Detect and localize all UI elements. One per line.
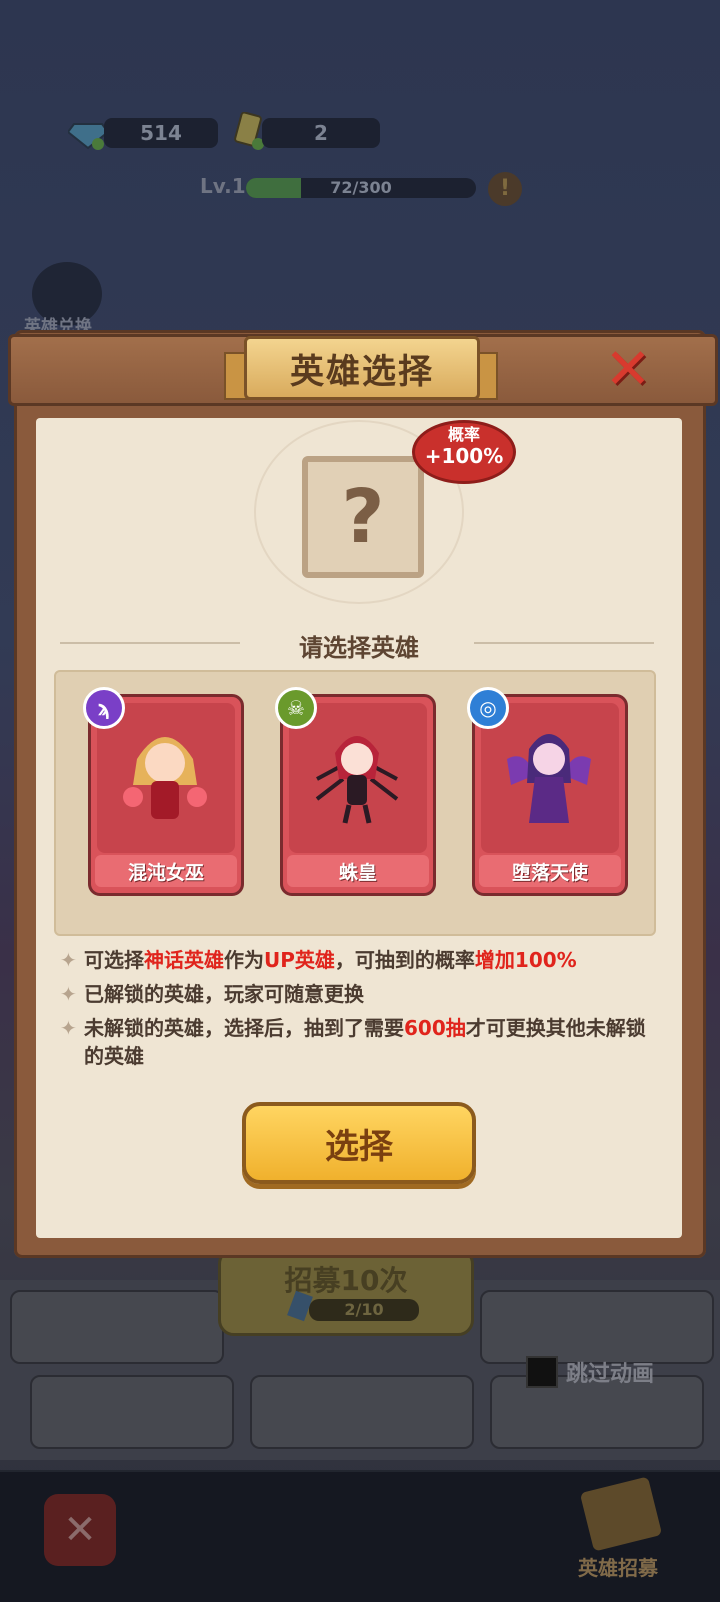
recruit-10-cost: 2/10 <box>309 1299 419 1321</box>
gem-icon <box>66 116 110 150</box>
rule-text: 未解锁的英雄，选择后，抽到了需要 <box>84 1016 404 1040</box>
close-button[interactable]: ✕ <box>602 337 654 402</box>
rule-text: 可选择 <box>84 948 144 972</box>
hero-card-spider-queen[interactable]: ☠ 蛛皇 <box>275 687 436 896</box>
title-ribbon: 英雄选择 <box>224 336 498 400</box>
rules-list: ✦ 可选择神话英雄作为UP英雄，可抽到的概率增加100% ✦ 已解锁的英雄，玩家可随… <box>58 946 658 1076</box>
hero-name: 蛛皇 <box>287 855 429 887</box>
swirl-icon: ◎ <box>467 687 509 729</box>
bottom-nav: ✕ 英雄招募 <box>0 1470 720 1602</box>
dialog-title: 英雄选择 <box>244 336 480 400</box>
prompt-row: 请选择英雄 <box>54 628 664 662</box>
select-button[interactable]: 选择 <box>242 1102 476 1184</box>
divider-right <box>474 642 654 644</box>
gem-counter: 514 <box>104 118 218 148</box>
skip-animation-label: 跳过动画 <box>566 1362 655 1387</box>
rule-highlight: 600抽 <box>404 1016 466 1040</box>
alert-icon[interactable]: ! <box>488 172 522 206</box>
selected-hero-placeholder: ? <box>302 456 424 578</box>
exp-text: 72/300 <box>330 178 392 197</box>
exp-bar: 72/300 <box>246 178 476 198</box>
rule-text: 已解锁的英雄，玩家可随意更换 <box>84 982 364 1006</box>
spider-queen-portrait <box>315 736 399 824</box>
ticket-count: 2 <box>314 121 328 145</box>
level-label: Lv.1 <box>200 174 246 198</box>
recruit-10-button[interactable]: 招募10次 2/10 <box>218 1248 474 1336</box>
rule-text: 作为 <box>224 948 264 972</box>
rule-highlight: 神话英雄 <box>144 948 224 972</box>
hero-recruit-tab-icon[interactable] <box>579 1476 663 1552</box>
hero-card-chaos-witch[interactable]: ϡ 混沌女巫 <box>83 687 244 896</box>
rule-text: ，可抽到的概率 <box>334 948 475 972</box>
prompt-text: 请选择英雄 <box>299 634 419 662</box>
question-mark-icon: ? <box>341 474 385 560</box>
divider-left <box>60 642 240 644</box>
close-icon: ✕ <box>604 337 652 402</box>
ticket-counter: 2 <box>262 118 380 148</box>
chaos-witch-portrait <box>123 737 207 819</box>
skip-animation-checkbox[interactable] <box>526 1356 558 1388</box>
hero-recruit-tab-label[interactable]: 英雄招募 <box>578 1552 658 1581</box>
fallen-angel-portrait <box>507 734 591 823</box>
rate-bonus-label: 概率 <box>447 425 480 444</box>
rule-highlight: UP英雄 <box>264 948 335 972</box>
hero-card-panel: ϡ 混沌女巫 ☠ 蛛皇 ◎ 堕落天使 <box>54 670 656 936</box>
hero-card-fallen-angel[interactable]: ◎ 堕落天使 <box>467 687 628 896</box>
rule-item-locked: ✦ 未解锁的英雄，选择后，抽到了需要600抽才可更换其他未解锁的英雄 <box>60 1016 646 1068</box>
rule-highlight: 增加100% <box>474 948 577 972</box>
skull-icon: ☠ <box>275 687 317 729</box>
hero-name: 混沌女巫 <box>95 855 237 887</box>
rule-item-unlocked: ✦ 已解锁的英雄，玩家可随意更换 <box>60 982 364 1006</box>
rate-bonus-value: +100% <box>424 444 504 468</box>
recruit-10-label: 招募10次 <box>284 1264 408 1297</box>
rate-bonus-bubble: 概率 +100% <box>412 420 516 484</box>
rule-item-up-rate: ✦ 可选择神话英雄作为UP英雄，可抽到的概率增加100% <box>60 948 577 972</box>
hero-select-dialog: 英雄选择 ✕ ? 概率 +100% 请选择英雄 ϡ 混沌女巫 ☠ 蛛皇 ◎ 堕落… <box>8 330 718 1258</box>
battle-tab-icon[interactable]: ✕ <box>44 1494 116 1566</box>
gem-count: 514 <box>140 121 182 145</box>
hero-name: 堕落天使 <box>479 855 621 887</box>
staff-icon: ϡ <box>83 687 125 729</box>
